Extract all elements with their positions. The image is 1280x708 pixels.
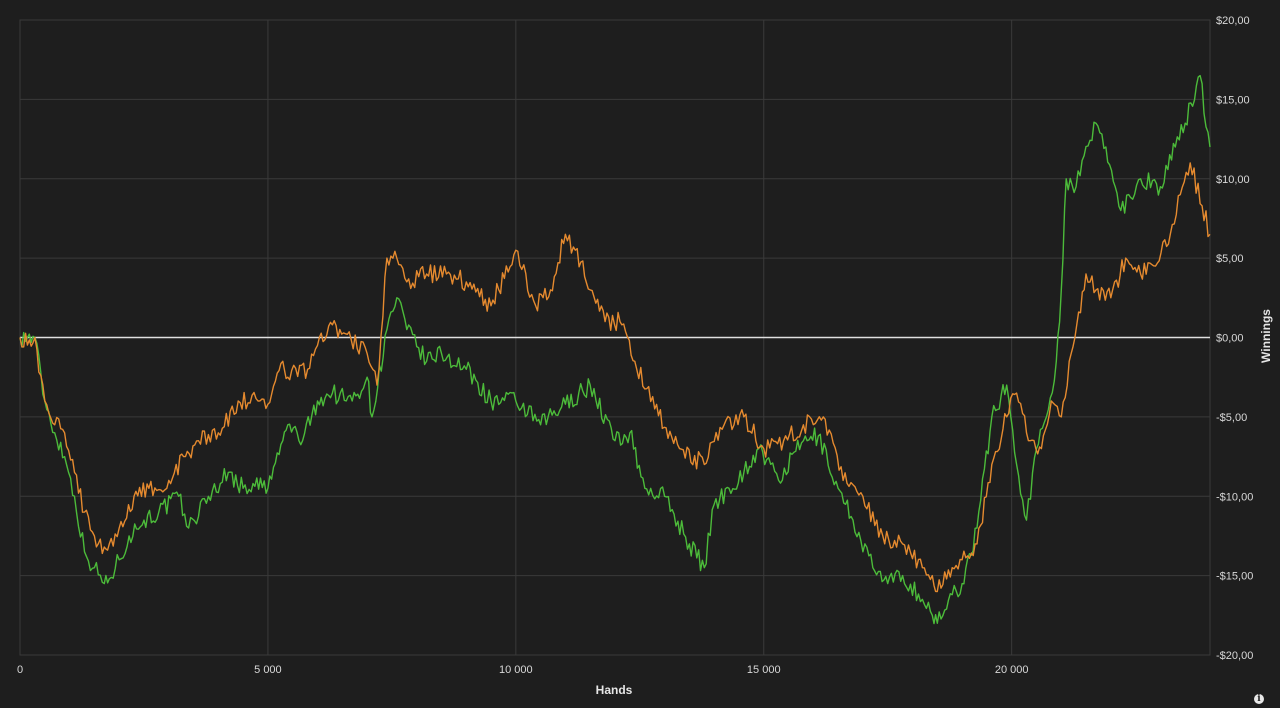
y-tick-label: $15,00: [1216, 94, 1250, 106]
x-tick-label: 0: [17, 664, 23, 676]
x-tick-label: 10 000: [499, 664, 533, 676]
x-tick-label: 15 000: [747, 664, 781, 676]
y-tick-label: -$20,00: [1216, 650, 1253, 662]
winnings-chart: 0 5 000 10 000 15 000 20 000 $20,00 $15,00 $10…: [17, 15, 1273, 697]
y-tick-label: -$5,00: [1216, 412, 1247, 424]
x-tick-label: 5 000: [254, 664, 282, 676]
x-tick-label: 20 000: [995, 664, 1029, 676]
y-tick-label: -$15,00: [1216, 571, 1253, 583]
y-tick-label: $5,00: [1216, 253, 1244, 265]
y-tick-label: $20,00: [1216, 15, 1250, 27]
y-tick-label: $0,00: [1216, 333, 1244, 345]
series-line-1: [19, 74, 1211, 625]
y-tick-label: $10,00: [1216, 174, 1250, 186]
series-line-2: [19, 162, 1211, 593]
info-icon[interactable]: i: [1254, 694, 1264, 704]
series-lines: [19, 74, 1211, 625]
y-axis-title: Winnings: [1259, 309, 1273, 363]
x-axis-title: Hands: [596, 683, 633, 697]
y-axis-ticks: $20,00 $15,00 $10,00 $5,00 $0,00 -$5,00 -$10,0…: [1216, 15, 1253, 662]
x-axis-ticks: 0 5 000 10 000 15 000 20 000: [17, 664, 1029, 676]
y-tick-label: -$10,00: [1216, 491, 1253, 503]
